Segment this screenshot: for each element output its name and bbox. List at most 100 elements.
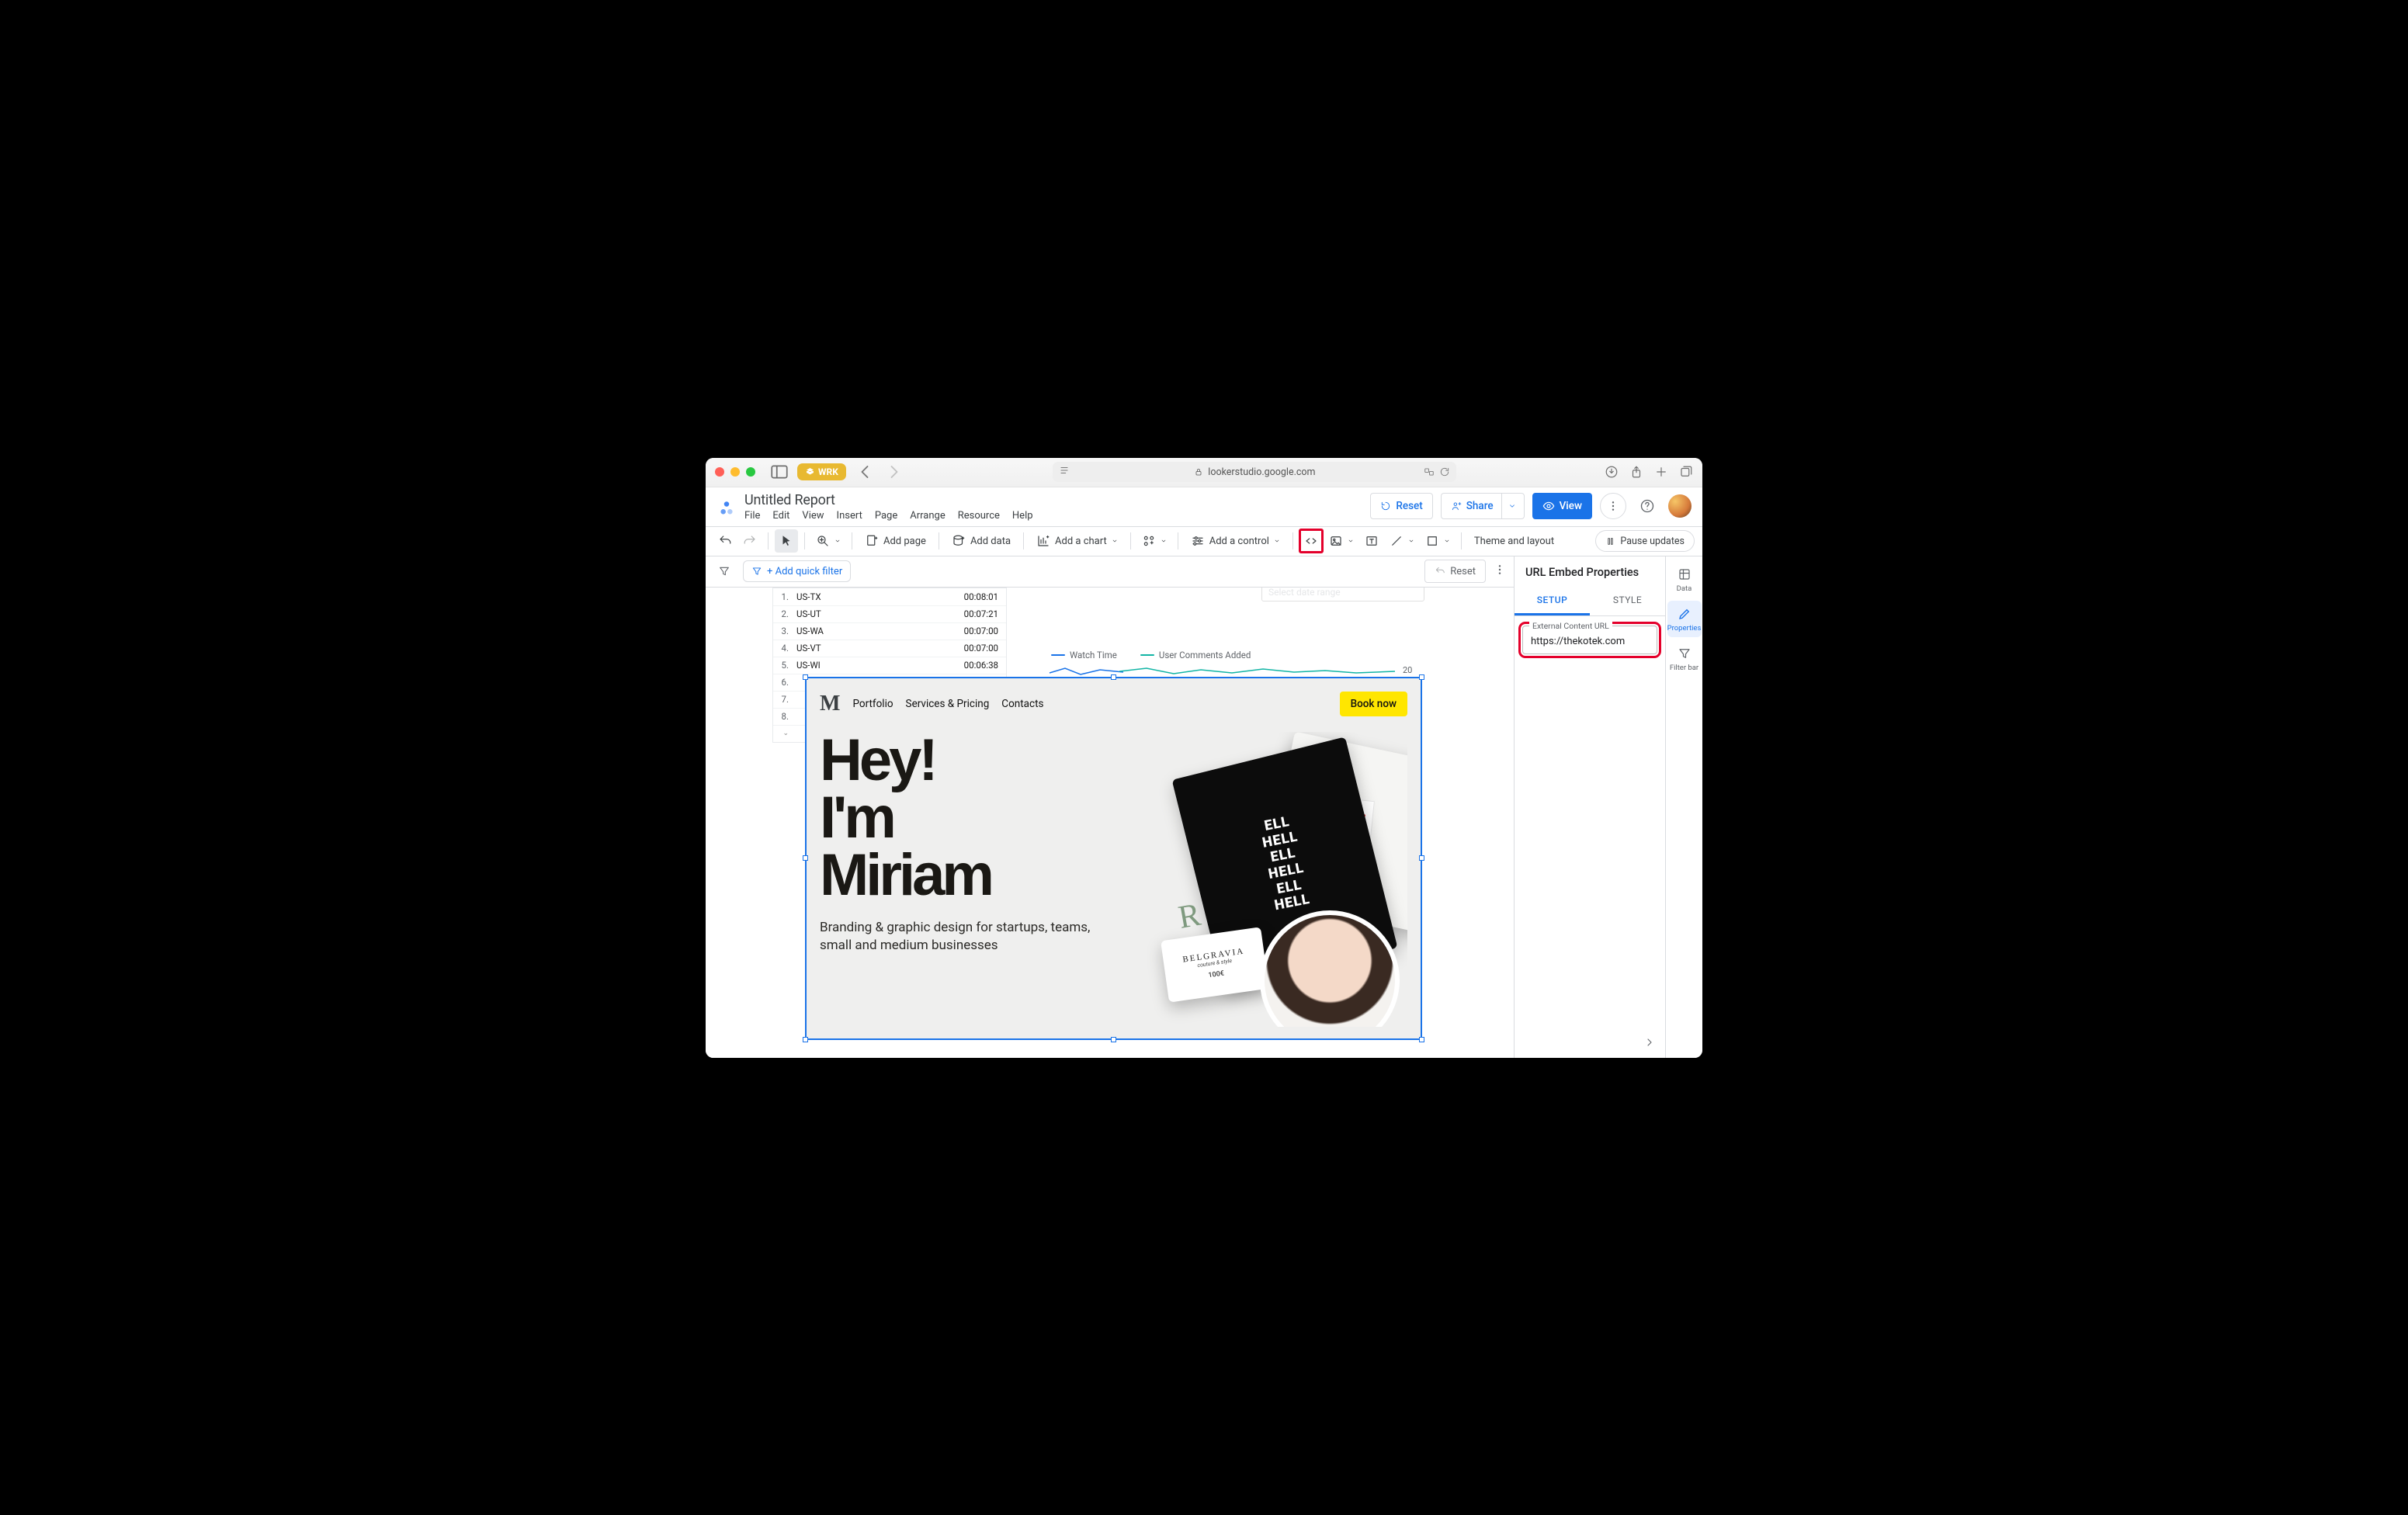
canvas-more-button[interactable] (1494, 563, 1506, 579)
table-row: 1.US-TX00:08:01 (773, 588, 1006, 605)
resize-handle[interactable] (1111, 674, 1116, 680)
window-controls[interactable] (715, 467, 755, 477)
more-vert-icon (1607, 500, 1619, 512)
menu-bar: File Edit View Insert Page Arrange Resou… (744, 510, 1033, 526)
date-range-control[interactable]: Select date range (1261, 588, 1424, 601)
field-label: External Content URL (1529, 621, 1612, 631)
properties-body: External Content URL https://thekotek.co… (1515, 616, 1665, 664)
rail-data[interactable]: Data (1667, 561, 1702, 598)
theme-layout-button[interactable]: Theme and layout (1468, 529, 1560, 553)
more-options-button[interactable] (1600, 493, 1626, 519)
forward-button[interactable] (883, 463, 905, 481)
menu-arrange[interactable]: Arrange (910, 510, 945, 522)
view-button[interactable]: View (1532, 493, 1592, 519)
account-avatar[interactable] (1668, 494, 1691, 518)
add-chart-button[interactable]: Add a chart (1030, 529, 1124, 553)
resize-handle[interactable] (803, 855, 808, 861)
pause-updates-button[interactable]: Pause updates (1595, 530, 1695, 552)
resize-handle[interactable] (1111, 1037, 1116, 1042)
book-now-button[interactable]: Book now (1340, 692, 1407, 716)
resize-handle[interactable] (1419, 1037, 1424, 1042)
site-nav: M Portfolio Services & Pricing Contacts … (812, 684, 1415, 716)
nav-link[interactable]: Portfolio (852, 698, 893, 710)
collage-price-card: BELGRAVIA couture & style 100€ (1161, 927, 1269, 1002)
lock-icon (1194, 467, 1203, 477)
share-button[interactable]: Share (1441, 493, 1525, 519)
rail-properties[interactable]: Properties (1667, 601, 1702, 637)
new-tab-icon[interactable] (1654, 465, 1668, 479)
resize-handle[interactable] (803, 674, 808, 680)
translate-icon[interactable] (1424, 466, 1435, 477)
report-canvas[interactable]: 1.US-TX00:08:01 2.US-UT00:07:21 3.US-WA0… (706, 588, 1514, 1058)
url-embed-tool[interactable] (1299, 529, 1323, 553)
help-button[interactable] (1634, 493, 1660, 519)
redo-button[interactable] (738, 529, 762, 553)
add-data-label: Add data (970, 536, 1011, 547)
pause-icon (1605, 536, 1615, 546)
zoom-tool[interactable] (811, 529, 845, 553)
profile-badge[interactable]: WRK (797, 463, 846, 480)
resize-handle[interactable] (803, 1037, 808, 1042)
profile-badge-label: WRK (818, 466, 838, 477)
zoom-icon[interactable] (746, 467, 755, 477)
text-tool[interactable] (1360, 529, 1383, 553)
help-icon (1639, 498, 1655, 514)
menu-page[interactable]: Page (875, 510, 897, 522)
add-page-button[interactable]: Add page (859, 529, 932, 553)
resize-handle[interactable] (1419, 855, 1424, 861)
line-tool[interactable] (1385, 529, 1419, 553)
lookerstudio-logo-icon[interactable] (717, 499, 737, 519)
tab-style[interactable]: STYLE (1590, 587, 1665, 615)
external-url-field[interactable]: External Content URL https://thekotek.co… (1522, 626, 1657, 654)
image-tool[interactable] (1324, 529, 1358, 553)
document-title[interactable]: Untitled Report (744, 492, 1033, 508)
browser-window: WRK lookerstudio.google.com (706, 458, 1702, 1058)
minimize-icon[interactable] (730, 467, 740, 477)
tab-setup[interactable]: SETUP (1515, 587, 1590, 615)
tabs-icon[interactable] (1679, 465, 1693, 479)
canvas-reset-button[interactable]: Reset (1424, 560, 1486, 583)
brand-price: 100€ (1208, 969, 1225, 979)
panel-expand-button[interactable] (1640, 1033, 1659, 1052)
field-value: https://thekotek.com (1531, 636, 1649, 647)
add-quick-filter-chip[interactable]: + Add quick filter (743, 560, 851, 582)
menu-view[interactable]: View (802, 510, 824, 522)
add-control-button[interactable]: Add a control (1185, 529, 1286, 553)
menu-help[interactable]: Help (1012, 510, 1033, 522)
url-embed-component[interactable]: M Portfolio Services & Pricing Contacts … (805, 677, 1422, 1040)
nav-link[interactable]: Contacts (1001, 698, 1043, 710)
menu-file[interactable]: File (744, 510, 760, 522)
add-data-button[interactable]: Add data (946, 529, 1017, 553)
menu-resource[interactable]: Resource (958, 510, 1000, 522)
pencil-icon (1678, 607, 1691, 621)
address-bar[interactable]: lookerstudio.google.com (1053, 462, 1456, 482)
menu-edit[interactable]: Edit (772, 510, 789, 522)
reset-button[interactable]: Reset (1370, 493, 1432, 519)
reload-icon[interactable] (1439, 466, 1450, 477)
table-row: 2.US-UT00:07:21 (773, 605, 1006, 622)
shape-tool[interactable] (1421, 529, 1455, 553)
sidebar-toggle-icon[interactable] (769, 463, 789, 480)
legend-item: User Comments Added (1140, 650, 1251, 660)
select-tool[interactable] (775, 529, 798, 553)
site-settings-icon[interactable] (1059, 465, 1070, 479)
share-dropdown[interactable] (1501, 494, 1521, 518)
community-viz-button[interactable] (1137, 529, 1171, 553)
back-button[interactable] (854, 463, 876, 481)
properties-panel: URL Embed Properties SETUP STYLE Externa… (1514, 556, 1665, 1058)
filter-add-icon (751, 566, 762, 577)
legend-item: Watch Time (1051, 650, 1117, 660)
resize-handle[interactable] (1419, 674, 1424, 680)
menu-insert[interactable]: Insert (837, 510, 862, 522)
filter-icon[interactable] (713, 565, 735, 577)
address-bar-actions (1424, 466, 1450, 477)
reset-label: Reset (1396, 500, 1422, 512)
hero-section: Hey! I'm Miriam Branding & graphic desig… (812, 716, 1415, 1027)
rail-filter-bar[interactable]: Filter bar (1667, 640, 1702, 677)
nav-link[interactable]: Services & Pricing (906, 698, 990, 710)
downloads-icon[interactable] (1605, 465, 1619, 479)
undo-button[interactable] (713, 529, 737, 553)
close-icon[interactable] (715, 467, 724, 477)
share-icon[interactable] (1629, 465, 1643, 479)
url-text: lookerstudio.google.com (1208, 466, 1315, 478)
